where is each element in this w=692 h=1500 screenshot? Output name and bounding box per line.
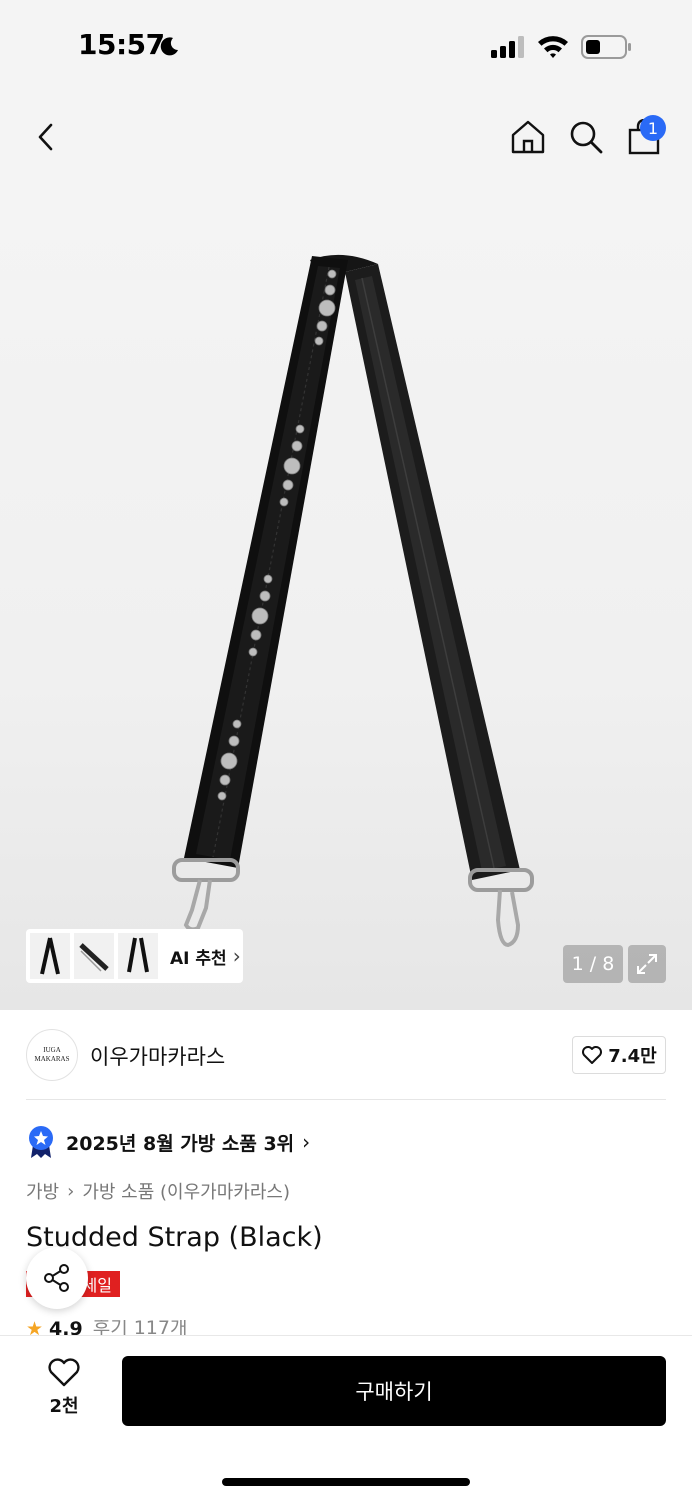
wifi-icon (538, 36, 568, 58)
brand-like-button[interactable]: 7.4만 (572, 1036, 666, 1074)
chevron-right-icon: › (232, 944, 241, 968)
home-button[interactable] (508, 117, 548, 157)
ranking-link[interactable]: 2025년 8월 가방 소품 3위 › (26, 1124, 310, 1160)
share-button[interactable] (26, 1247, 88, 1309)
image-page-counter: 1 / 8 (563, 945, 623, 983)
status-time: 15:57 (78, 28, 165, 61)
rank-badge-icon (29, 1126, 53, 1158)
breadcrumb: 가방 › 가방 소품 (이우가마카라스) (26, 1178, 290, 1204)
ai-recommend-strip[interactable]: AI 추천 › (26, 929, 243, 983)
top-nav: 1 (0, 95, 692, 180)
share-icon (44, 1264, 69, 1292)
breadcrumb-category[interactable]: 가방 (26, 1178, 59, 1204)
brand-name[interactable]: 이우가마카라스 (90, 1041, 225, 1071)
ai-recommend-label: AI 추천 (170, 948, 227, 969)
brand-logo[interactable]: IUGA MAKARAS (26, 1029, 78, 1081)
product-image-gallery[interactable]: AI 추천 › 1 / 8 (0, 180, 692, 1010)
heart-icon (48, 1358, 80, 1387)
wishlist-button[interactable]: 2천 (34, 1358, 94, 1426)
battery-icon (581, 35, 631, 59)
home-icon (511, 120, 545, 154)
search-button[interactable] (566, 117, 606, 157)
ranking-text: 2025년 8월 가방 소품 3위 (66, 1132, 295, 1155)
breadcrumb-subcategory[interactable]: 가방 소품 (이우가마카라스) (82, 1178, 290, 1204)
brand-row[interactable]: IUGA MAKARAS 이우가마카라스 7.4만 (0, 1010, 692, 1100)
bottom-action-bar: 2천 구매하기 (0, 1335, 692, 1500)
back-icon (38, 123, 53, 151)
thumbnail-3[interactable] (118, 933, 158, 979)
status-bar: 15:57 (0, 0, 692, 95)
expand-icon (637, 954, 657, 974)
brand-like-count: 7.4만 (608, 1046, 657, 1067)
divider (26, 1099, 666, 1100)
thumbnail-2[interactable] (74, 933, 114, 979)
chevron-right-icon: › (67, 1180, 75, 1202)
moon-icon (160, 37, 178, 56)
thumbnail-1[interactable] (30, 933, 70, 979)
back-button[interactable] (26, 117, 66, 157)
brand-logo-line1: IUGA (43, 1046, 61, 1054)
product-title: Studded Strap (Black) (26, 1222, 323, 1253)
expand-button[interactable] (628, 945, 666, 983)
wishlist-count: 2천 (49, 1396, 79, 1417)
product-image (172, 254, 534, 948)
signal-icon (491, 36, 524, 58)
chevron-right-icon: › (302, 1130, 311, 1154)
heart-icon (582, 1046, 603, 1064)
buy-button[interactable]: 구매하기 (122, 1356, 666, 1426)
brand-logo-line2: MAKARAS (34, 1055, 70, 1063)
cart-badge: 1 (640, 115, 666, 141)
home-indicator (222, 1478, 470, 1486)
search-icon (570, 121, 603, 154)
